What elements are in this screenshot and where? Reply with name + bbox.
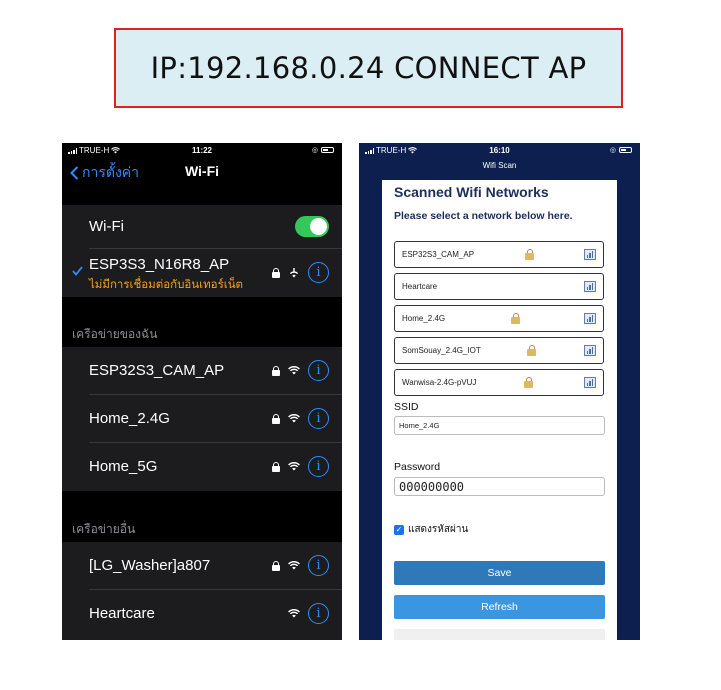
scan-network-item[interactable]: SomSouay_2.4G_IOT [394, 337, 604, 364]
lock-icon [511, 313, 520, 324]
lock-icon [524, 377, 533, 388]
browser-page-title: Wifi Scan [482, 161, 517, 170]
other-networks-header: เครือข่ายอื่น [72, 522, 136, 536]
ssid-label: SSID [394, 401, 419, 413]
form-heading: Scanned Wifi Networks [394, 184, 549, 200]
lock-icon [527, 345, 536, 356]
signal-strength-icon [584, 345, 596, 356]
wifi-icon [288, 561, 300, 570]
lock-icon [272, 267, 280, 278]
scan-network-name: ESP32S3_CAM_AP [402, 250, 475, 259]
network-name: Home_5G [89, 458, 158, 475]
banner-text: IP:192.168.0.24 CONNECT AP [150, 51, 587, 85]
save-button[interactable]: Save [394, 561, 605, 585]
wifi-icon [288, 414, 300, 423]
network-row-heartcare[interactable]: Heartcare i [62, 590, 342, 638]
scan-network-name: Wanwisa-2.4G-pVUJ [402, 378, 477, 387]
signal-strength-icon [584, 313, 596, 324]
scan-network-item[interactable]: Home_2.4G [394, 305, 604, 332]
info-icon[interactable]: i [308, 408, 329, 429]
status-bar: TRUE-H 16:10 ◎ [359, 143, 640, 157]
connected-network-status: ไม่มีการเชื่อมต่อกับอินเทอร์เน็ต [89, 279, 244, 291]
scan-network-name: Heartcare [402, 282, 438, 291]
page-title: Wi-Fi [184, 163, 220, 179]
scan-network-name: SomSouay_2.4G_IOT [402, 346, 481, 355]
scan-network-name: Home_2.4G [402, 314, 446, 323]
scan-network-item[interactable]: Wanwisa-2.4G-pVUJ [394, 369, 604, 396]
wifi-warning-icon [288, 267, 300, 278]
ios-wifi-settings-screen: TRUE-H 11:22 ◎ การตั้งค่า Wi-Fi Wi-Fi ES… [62, 143, 342, 640]
network-name: [LG_Washer]a807 [89, 557, 211, 574]
wifi-scan-form: Scanned Wifi Networks Please select a ne… [382, 180, 617, 640]
wifi-group: Wi-Fi ESP3S3_N16R8_AP ไม่มีการเชื่อมต่อก… [62, 205, 342, 297]
network-row-home-2-4g[interactable]: Home_2.4G i [62, 395, 342, 443]
scan-network-item[interactable]: Heartcare [394, 273, 604, 300]
info-icon[interactable]: i [308, 262, 329, 283]
ssid-input[interactable]: Home_2.4G [394, 416, 605, 435]
ip-banner: IP:192.168.0.24 CONNECT AP [114, 28, 623, 108]
network-name: Heartcare [89, 605, 155, 622]
network-row-esp32s3-cam-ap[interactable]: ESP32S3_CAM_AP i [62, 347, 342, 395]
connected-network-name: ESP3S3_N16R8_AP [89, 256, 230, 273]
wifi-icon [288, 366, 300, 375]
info-icon[interactable]: i [308, 360, 329, 381]
lock-icon [272, 365, 280, 376]
signal-strength-icon [584, 281, 596, 292]
wifi-icon [288, 462, 300, 471]
connected-network-row[interactable]: ESP3S3_N16R8_AP ไม่มีการเชื่อมต่อกับอินเ… [62, 249, 342, 297]
password-input[interactable]: 000000000 [394, 477, 605, 496]
info-icon[interactable]: i [308, 603, 329, 624]
lock-icon [272, 413, 280, 424]
refresh-button[interactable]: Refresh [394, 595, 605, 619]
wifi-toggle-label: Wi-Fi [89, 218, 124, 235]
checkmark-icon [72, 266, 83, 276]
no-ap-button[interactable]: No AP set [394, 629, 605, 640]
battery-icon [321, 147, 334, 153]
show-password-label: แสดงรหัสผ่าน [408, 524, 469, 535]
info-icon[interactable]: i [308, 555, 329, 576]
status-bar: TRUE-H 11:22 ◎ [62, 143, 342, 157]
network-name: Home_2.4G [89, 410, 170, 427]
lock-icon [272, 461, 280, 472]
lock-icon [272, 560, 280, 571]
nav-bar: การตั้งค่า Wi-Fi [62, 159, 342, 185]
form-subheading: Please select a network below here. [394, 210, 573, 222]
battery-icon [619, 147, 632, 153]
wifi-toggle-row: Wi-Fi [62, 205, 342, 249]
status-time: 16:10 [489, 146, 510, 155]
signal-strength-icon [584, 249, 596, 260]
my-networks-header: เครือข่ายของฉัน [72, 327, 158, 341]
location-icon: ◎ [609, 147, 616, 154]
password-label: Password [394, 461, 441, 473]
lock-icon [525, 249, 534, 260]
wifi-icon [288, 609, 300, 618]
network-row-lg-washer[interactable]: [LG_Washer]a807 i [62, 542, 342, 590]
my-networks-group: ESP32S3_CAM_AP i Home_2.4G i Home_5G i [62, 347, 342, 491]
signal-strength-icon [584, 377, 596, 388]
status-time: 11:22 [191, 146, 213, 155]
wifi-scan-web-screen: TRUE-H 16:10 ◎ Wifi Scan Scanned Wifi Ne… [359, 143, 640, 640]
scan-network-item[interactable]: ESP32S3_CAM_AP [394, 241, 604, 268]
network-name: ESP32S3_CAM_AP [89, 362, 225, 379]
network-row-home-5g[interactable]: Home_5G i [62, 443, 342, 491]
other-networks-group: [LG_Washer]a807 i Heartcare i [62, 542, 342, 640]
show-password-checkbox[interactable]: ✓ แสดงรหัสผ่าน [394, 522, 468, 537]
wifi-toggle[interactable] [295, 216, 329, 237]
checkbox-checked-icon: ✓ [394, 524, 404, 535]
info-icon[interactable]: i [308, 456, 329, 477]
location-icon: ◎ [311, 147, 318, 154]
